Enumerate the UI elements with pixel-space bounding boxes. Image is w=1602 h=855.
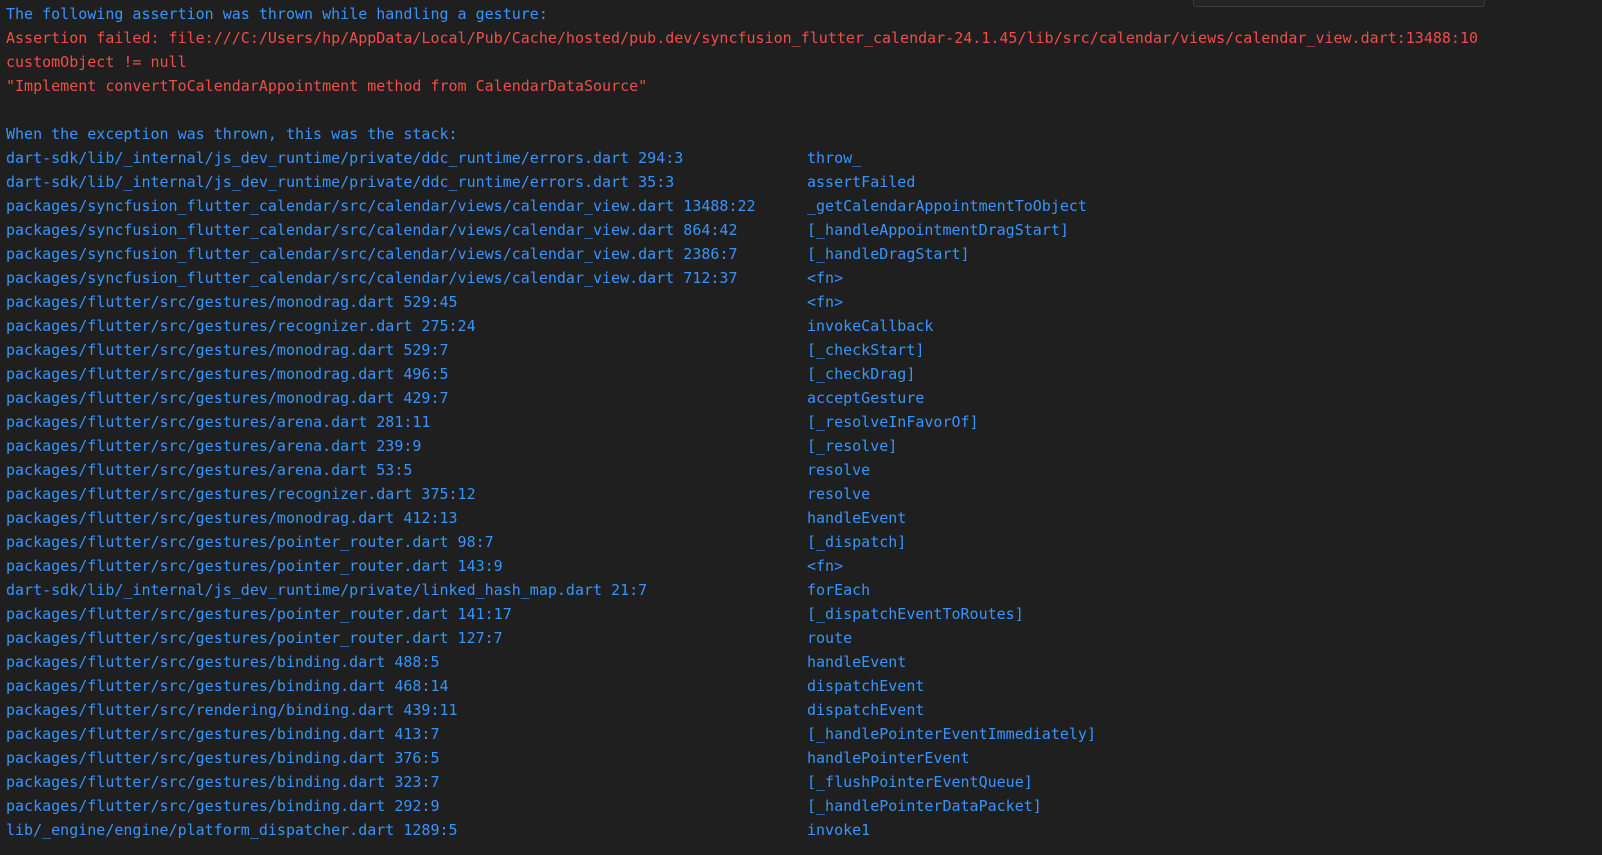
stack-frame-function: [_handleDragStart] (807, 245, 970, 263)
stack-frame-location-link[interactable]: packages/flutter/src/gestures/monodrag.d… (6, 386, 796, 410)
stack-frame: packages/syncfusion_flutter_calendar/src… (6, 194, 1602, 218)
stack-frame: packages/flutter/src/gestures/binding.da… (6, 722, 1602, 746)
stack-frame: packages/flutter/src/gestures/arena.dart… (6, 410, 1602, 434)
stack-frame: packages/flutter/src/gestures/binding.da… (6, 674, 1602, 698)
stack-frame: packages/syncfusion_flutter_calendar/src… (6, 266, 1602, 290)
stack-frame: packages/flutter/src/gestures/recognizer… (6, 482, 1602, 506)
stack-frame-location-link[interactable]: packages/flutter/src/rendering/binding.d… (6, 698, 796, 722)
stack-frame-location-link[interactable]: packages/flutter/src/gestures/binding.da… (6, 650, 796, 674)
stack-frame-function: handleEvent (807, 653, 907, 671)
stack-frame-location-link[interactable]: packages/syncfusion_flutter_calendar/src… (6, 194, 796, 218)
debug-console-output[interactable]: The following assertion was thrown while… (6, 2, 1602, 855)
stack-frame-function: [_checkDrag] (807, 365, 916, 383)
stack-frame-location-link[interactable]: dart-sdk/lib/_internal/js_dev_runtime/pr… (6, 146, 796, 170)
stack-frame-function: [_checkStart] (807, 341, 925, 359)
stack-frame: packages/flutter/src/gestures/monodrag.d… (6, 290, 1602, 314)
stack-frame-function: _getCalendarAppointmentToObject (807, 197, 1087, 215)
stack-frame: packages/flutter/src/gestures/pointer_ro… (6, 554, 1602, 578)
stack-frame: packages/flutter/src/gestures/pointer_ro… (6, 626, 1602, 650)
stack-frame-location-link[interactable]: packages/flutter/src/gestures/monodrag.d… (6, 338, 796, 362)
stack-frame-function: resolve (807, 485, 871, 503)
stack-frame: dart-sdk/lib/_internal/js_dev_runtime/pr… (6, 146, 1602, 170)
stack-frame: packages/flutter/src/gestures/pointer_ro… (6, 530, 1602, 554)
stack-frame-function: <fn> (807, 557, 844, 575)
exception-intro-line: The following assertion was thrown while… (6, 5, 548, 23)
stack-frame: packages/flutter/src/gestures/monodrag.d… (6, 386, 1602, 410)
stack-frame-function: [_handlePointerDataPacket] (807, 797, 1042, 815)
stack-frame: packages/flutter/src/gestures/arena.dart… (6, 458, 1602, 482)
stack-frame: packages/flutter/src/gestures/monodrag.d… (6, 362, 1602, 386)
stack-frame-function: invokeCallback (807, 317, 934, 335)
stack-frame-location-link[interactable]: packages/flutter/src/gestures/binding.da… (6, 746, 796, 770)
stack-frame-location-link[interactable]: packages/flutter/src/gestures/pointer_ro… (6, 626, 796, 650)
stack-frame-function: assertFailed (807, 173, 916, 191)
stack-frame-location-link[interactable]: packages/syncfusion_flutter_calendar/src… (6, 242, 796, 266)
stack-frame-function: [_flushPointerEventQueue] (807, 773, 1033, 791)
stack-frame: packages/flutter/src/rendering/binding.d… (6, 698, 1602, 722)
stack-frame-function: [_handleAppointmentDragStart] (807, 221, 1069, 239)
stack-frame-function: throw_ (807, 149, 862, 167)
stack-frame: packages/flutter/src/gestures/binding.da… (6, 770, 1602, 794)
stack-frame: dart-sdk/lib/_internal/js_dev_runtime/pr… (6, 170, 1602, 194)
stack-frame-function: dispatchEvent (807, 677, 925, 695)
stack-frame: dart-sdk/lib/_internal/js_dev_runtime/pr… (6, 578, 1602, 602)
stack-frame-function: dispatchEvent (807, 701, 925, 719)
stack-frame-location-link[interactable]: dart-sdk/lib/_internal/js_dev_runtime/pr… (6, 170, 796, 194)
stack-frame-function: <fn> (807, 293, 844, 311)
stack-frame: packages/flutter/src/gestures/binding.da… (6, 794, 1602, 818)
assertion-condition-line: customObject != null (6, 53, 187, 71)
stack-frame-function: acceptGesture (807, 389, 925, 407)
stack-frame-function: handlePointerEvent (807, 749, 970, 767)
stack-frame: packages/flutter/src/gestures/binding.da… (6, 650, 1602, 674)
stack-frame-location-link[interactable]: packages/flutter/src/gestures/arena.dart… (6, 410, 796, 434)
stack-frame: packages/syncfusion_flutter_calendar/src… (6, 218, 1602, 242)
assertion-message-line: "Implement convertToCalendarAppointment … (6, 77, 648, 95)
stack-frame-location-link[interactable]: packages/syncfusion_flutter_calendar/src… (6, 266, 796, 290)
stack-frame: packages/flutter/src/gestures/monodrag.d… (6, 506, 1602, 530)
stack-frame-function: <fn> (807, 269, 844, 287)
stack-frame: packages/flutter/src/gestures/monodrag.d… (6, 338, 1602, 362)
stack-frame: lib/_engine/engine/platform_dispatcher.d… (6, 818, 1602, 842)
stack-frame-function: [_handlePointerEventImmediately] (807, 725, 1096, 743)
stack-frame: packages/flutter/src/gestures/binding.da… (6, 746, 1602, 770)
stack-frame-location-link[interactable]: packages/flutter/src/gestures/recognizer… (6, 314, 796, 338)
stack-frame-location-link[interactable]: packages/flutter/src/gestures/binding.da… (6, 794, 796, 818)
stack-frame-location-link[interactable]: packages/syncfusion_flutter_calendar/src… (6, 218, 796, 242)
stack-frame-location-link[interactable]: packages/flutter/src/gestures/monodrag.d… (6, 290, 796, 314)
stack-frame-location-link[interactable]: packages/flutter/src/gestures/binding.da… (6, 770, 796, 794)
stack-frame-function: [_dispatchEventToRoutes] (807, 605, 1024, 623)
stack-frame: packages/flutter/src/gestures/pointer_ro… (6, 602, 1602, 626)
assertion-failed-line: Assertion failed: file:///C:/Users/hp/Ap… (6, 29, 1479, 47)
stack-frame-location-link[interactable]: packages/flutter/src/gestures/binding.da… (6, 674, 796, 698)
stack-frame-location-link[interactable]: packages/flutter/src/gestures/arena.dart… (6, 434, 796, 458)
stack-frame-function: [_resolve] (807, 437, 898, 455)
stack-frame-function: handleEvent (807, 509, 907, 527)
stack-frame-function: invoke1 (807, 821, 871, 839)
stack-frame-location-link[interactable]: lib/_engine/engine/platform_dispatcher.d… (6, 818, 796, 842)
stack-frame: packages/syncfusion_flutter_calendar/src… (6, 242, 1602, 266)
stack-frame-function: forEach (807, 581, 871, 599)
stack-frame-location-link[interactable]: packages/flutter/src/gestures/recognizer… (6, 482, 796, 506)
stack-intro-line: When the exception was thrown, this was … (6, 125, 458, 143)
stack-frame-location-link[interactable]: dart-sdk/lib/_internal/js_dev_runtime/pr… (6, 578, 796, 602)
stack-trace: dart-sdk/lib/_internal/js_dev_runtime/pr… (6, 146, 1602, 842)
stack-frame-function: [_dispatch] (807, 533, 907, 551)
stack-frame-function: route (807, 629, 853, 647)
stack-frame-location-link[interactable]: packages/flutter/src/gestures/monodrag.d… (6, 362, 796, 386)
stack-frame: packages/flutter/src/gestures/arena.dart… (6, 434, 1602, 458)
stack-frame-function: resolve (807, 461, 871, 479)
stack-frame-location-link[interactable]: packages/flutter/src/gestures/pointer_ro… (6, 602, 796, 626)
stack-frame-location-link[interactable]: packages/flutter/src/gestures/monodrag.d… (6, 506, 796, 530)
stack-frame: packages/flutter/src/gestures/recognizer… (6, 314, 1602, 338)
stack-frame-function: [_resolveInFavorOf] (807, 413, 979, 431)
stack-frame-location-link[interactable]: packages/flutter/src/gestures/pointer_ro… (6, 530, 796, 554)
stack-frame-location-link[interactable]: packages/flutter/src/gestures/binding.da… (6, 722, 796, 746)
stack-frame-location-link[interactable]: packages/flutter/src/gestures/arena.dart… (6, 458, 796, 482)
stack-frame-location-link[interactable]: packages/flutter/src/gestures/pointer_ro… (6, 554, 796, 578)
